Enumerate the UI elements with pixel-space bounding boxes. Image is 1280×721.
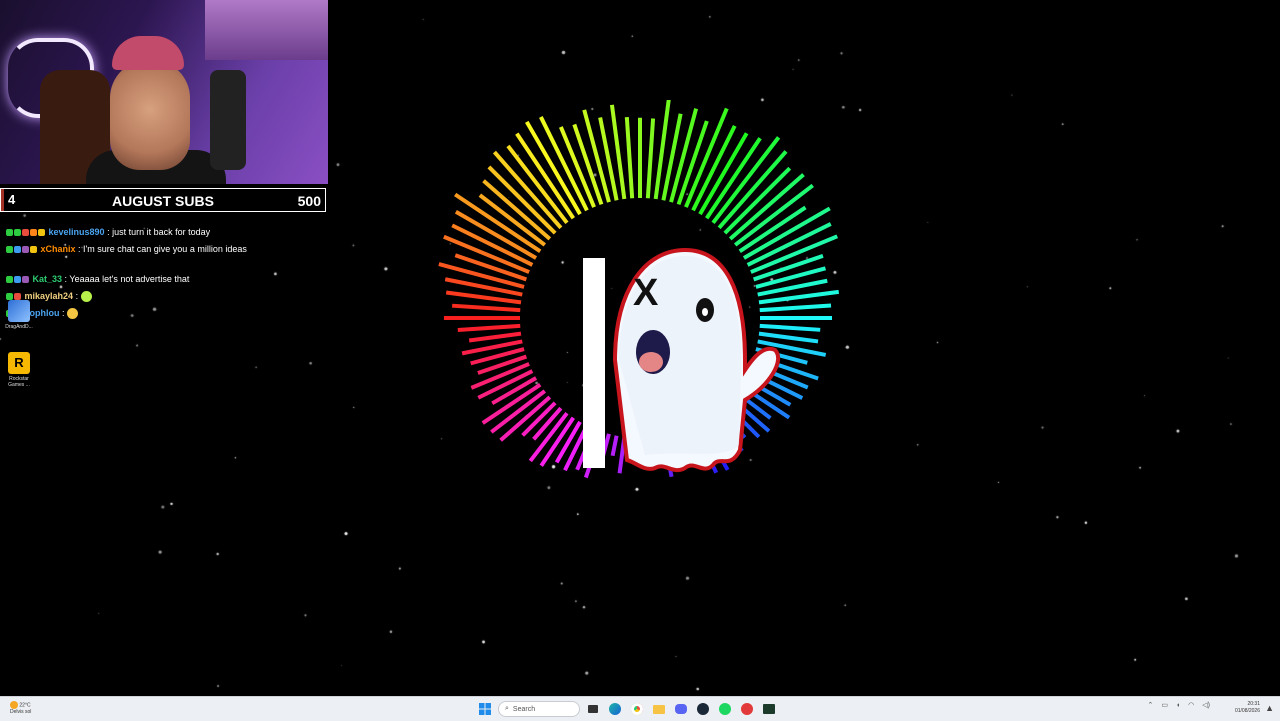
weather-temp: 22°C [19,702,31,709]
chrome-icon[interactable] [628,700,646,718]
windows-start-icon[interactable] [476,700,494,718]
desktop-icon-rockstar[interactable]: R Rockstar Games ... [2,352,36,388]
visualizer-white-stripe [583,258,605,468]
visualizer-bar [759,323,821,332]
clock-time: 20:31 [1247,701,1260,707]
chat-message: kevelinus890 : just turn it back for tod… [6,224,326,241]
chat-username: Kat_33 [32,274,63,284]
visualizer-bar [478,193,547,247]
subs-goal: 500 [297,193,321,209]
desktop-icon-draganddrop[interactable]: DragAndD... [2,300,36,330]
chat-message: xChanix : I'm sure chat can give you a m… [6,241,326,258]
obs-icon[interactable] [738,700,756,718]
chat-message: sophlou : [6,305,326,322]
network-icon[interactable]: ▭ [1161,701,1168,709]
chat-badge-icon [22,229,29,237]
chat-badge-icon [6,246,13,254]
chat-badge-icon [22,246,29,254]
file-explorer-icon[interactable] [650,700,668,718]
steam-icon[interactable] [694,700,712,718]
wifi-icon[interactable]: ◠ [1188,701,1194,709]
visualizer-bar [759,303,832,313]
audio-visualizer: X [438,100,840,479]
visualizer-bar [758,331,819,344]
chat-badge-icon [14,229,21,237]
subs-title: AUGUST SUBS [112,193,214,209]
visualizer-bar [645,118,656,199]
mic-icon[interactable]: ◖ [1176,702,1180,709]
subs-goal-bar: 4 AUGUST SUBS 500 [0,188,326,212]
chat-badge-icon [38,229,45,237]
search-icon: ⌕ [505,705,509,712]
spotify-icon[interactable] [716,700,734,718]
ghost-x-eye: X [633,272,659,314]
chat-overlay: kevelinus890 : just turn it back for tod… [6,224,326,322]
chat-badge-icon [30,246,37,254]
chat-badges [6,224,46,241]
system-tray: ⌃ ▭ ◖ ◠ ◁) [1147,701,1210,710]
webcam-feed [0,0,328,184]
chat-spacer [6,258,326,271]
taskbar-center: ⌕ Search [476,699,778,719]
notification-bell-icon[interactable]: ▲ [1265,703,1274,713]
chat-badge-icon [22,276,29,284]
visualizer-bar [624,116,635,199]
volume-icon[interactable]: ◁) [1202,701,1210,709]
terminal-icon[interactable] [760,700,778,718]
chat-message: Kat_33 : Yeaaaa let's not advertise that [6,271,326,288]
task-view-icon[interactable] [584,700,602,718]
microphone [210,70,246,170]
weather-icon [10,701,18,709]
chat-text: just turn it back for today [112,227,211,237]
chat-badge-icon [14,276,21,284]
rockstar-icon: R [8,352,30,374]
chat-message: mikaylah24 : [6,288,326,305]
chat-text: Yeaaaa let's not advertise that [69,274,190,284]
taskbar-weather[interactable]: 22°C Delvis sol [10,701,31,715]
edge-icon[interactable] [606,700,624,718]
desktop-icon-label: DragAndD... [5,324,33,330]
chat-emote [80,291,92,303]
visualizer-bar [457,323,521,332]
chat-badge-icon [30,229,37,237]
desktop-icon-label: Rockstar Games ... [8,376,30,388]
weather-text: Delvis sol [10,709,32,715]
streamer-cap [112,36,184,70]
visualizer-bar [452,303,521,313]
taskbar-search[interactable]: ⌕ Search [498,701,580,717]
chat-username: xChanix [40,244,76,254]
taskbar: 22°C Delvis sol ⌕ Search ⌃ ▭ ◖ ◠ ◁) 20:3… [0,696,1280,721]
chat-emote [67,308,79,320]
chat-badge-icon [14,246,21,254]
ghost-icon: X [612,247,781,473]
chat-badges [6,241,38,258]
chat-text: I'm sure chat can give you a million ide… [83,244,247,254]
search-placeholder: Search [512,705,536,713]
chevron-up-icon[interactable]: ⌃ [1147,701,1153,709]
chat-username: kevelinus890 [48,227,105,237]
draganddrop-icon [8,300,30,322]
chat-badge-icon [6,229,13,237]
streamer-face [110,60,190,170]
clock-date: 01/08/2026 [1234,708,1260,714]
visualizer-bar [468,331,522,343]
chat-badge-icon [6,276,13,284]
webcam-wall-art [205,0,328,60]
taskbar-clock[interactable]: 20:31 01/08/2026 [1235,701,1260,715]
discord-icon[interactable] [672,700,690,718]
visualizer-bar [610,435,619,457]
chat-badges [6,271,30,288]
